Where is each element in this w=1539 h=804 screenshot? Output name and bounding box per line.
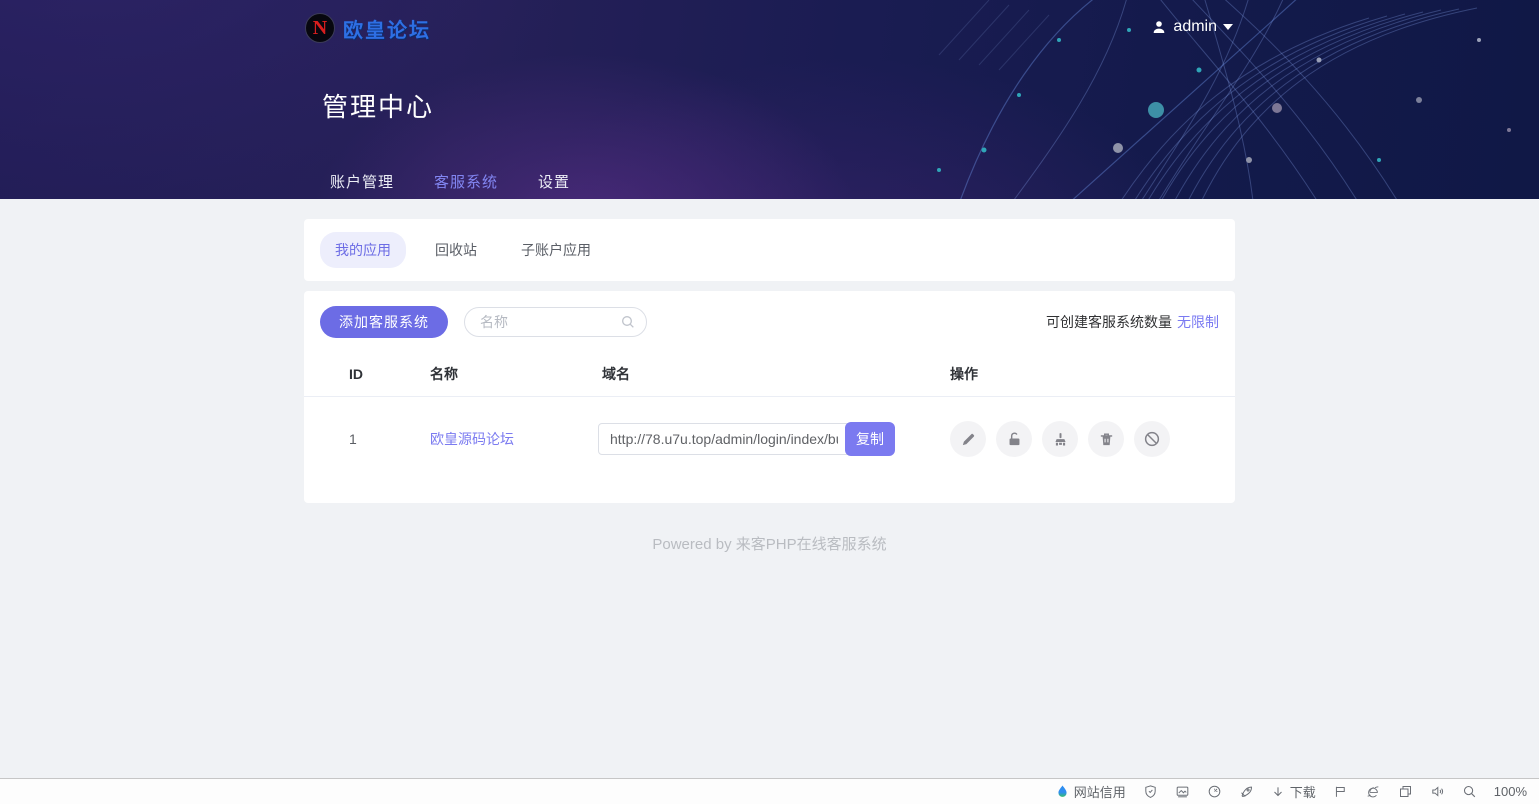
- table-header-row: ID 名称 域名 操作: [304, 353, 1235, 397]
- service-name-link[interactable]: 欧皇源码论坛: [430, 431, 514, 447]
- user-name: admin: [1173, 18, 1217, 36]
- quota-info: 可创建客服系统数量无限制: [1046, 312, 1219, 332]
- chevron-down-icon: [1223, 24, 1233, 30]
- boost-button[interactable]: [1239, 784, 1254, 799]
- shield-icon: [1143, 784, 1158, 799]
- speed-mode-button[interactable]: [1207, 784, 1222, 799]
- volume-button[interactable]: [1430, 784, 1445, 799]
- trash-icon: [1098, 431, 1115, 448]
- table-row: 1 欧皇源码论坛 复制: [304, 397, 1235, 482]
- ie-mode-button[interactable]: [1365, 784, 1381, 799]
- image-icon: [1175, 784, 1190, 799]
- quota-label: 可创建客服系统数量: [1046, 314, 1172, 330]
- site-credit-label: 网站信用: [1074, 782, 1126, 801]
- app-tabs-card: 我的应用 回收站 子账户应用: [304, 219, 1235, 281]
- page-header: N 欧皇论坛 admin 管理中心 账户管理 客服系统 设置: [0, 0, 1539, 199]
- window-mode-button[interactable]: [1398, 784, 1413, 799]
- quota-value-link[interactable]: 无限制: [1177, 314, 1219, 330]
- zoom-level[interactable]: 100%: [1494, 784, 1527, 799]
- security-shield-button[interactable]: [1143, 784, 1158, 799]
- droplet-icon: [1056, 784, 1069, 799]
- logo-icon: N: [305, 13, 335, 43]
- column-header-domain: 域名: [602, 353, 950, 397]
- speaker-icon: [1430, 784, 1445, 799]
- add-service-button[interactable]: 添加客服系统: [320, 306, 448, 338]
- user-menu[interactable]: admin: [1151, 18, 1233, 36]
- download-item[interactable]: 下载: [1271, 782, 1316, 801]
- site-credit-item[interactable]: 网站信用: [1056, 782, 1126, 801]
- broom-icon: [1052, 431, 1069, 448]
- magnifier-icon: [1462, 784, 1477, 799]
- images-toggle-button[interactable]: [1175, 784, 1190, 799]
- lock-button[interactable]: [996, 421, 1032, 457]
- tab-my-apps[interactable]: 我的应用: [320, 232, 406, 268]
- main-card: 添加客服系统 可创建客服系统数量无限制 ID 名称 域名 操作 1 欧皇源码论坛: [304, 291, 1235, 503]
- column-header-id: ID: [304, 353, 430, 397]
- zoom-value: 100%: [1494, 784, 1527, 799]
- ie-icon: [1365, 784, 1381, 799]
- toolbar: 添加客服系统 可创建客服系统数量无限制: [304, 291, 1235, 353]
- ban-button[interactable]: [1134, 421, 1170, 457]
- windows-icon: [1398, 784, 1413, 799]
- logo[interactable]: N 欧皇论坛: [0, 0, 1539, 43]
- download-arrow-icon: [1271, 785, 1285, 799]
- tab-customer-service[interactable]: 客服系统: [434, 171, 498, 199]
- feedback-button[interactable]: [1333, 784, 1348, 799]
- gauge-icon: [1207, 784, 1222, 799]
- clean-button[interactable]: [1042, 421, 1078, 457]
- rocket-icon: [1239, 784, 1254, 799]
- browser-status-bar: 网站信用 下载: [0, 778, 1539, 804]
- service-table: ID 名称 域名 操作 1 欧皇源码论坛 复制: [304, 353, 1235, 481]
- copy-button[interactable]: 复制: [845, 422, 895, 456]
- cell-id: 1: [304, 397, 430, 482]
- flag-icon: [1333, 784, 1348, 799]
- column-header-name: 名称: [430, 353, 602, 397]
- column-header-actions: 操作: [950, 353, 1235, 397]
- tab-recycle-bin[interactable]: 回收站: [420, 232, 492, 268]
- page-find-button[interactable]: [1462, 784, 1477, 799]
- delete-button[interactable]: [1088, 421, 1124, 457]
- tab-account-management[interactable]: 账户管理: [330, 171, 394, 199]
- powered-by-text: Powered by 来客PHP在线客服系统: [0, 533, 1539, 554]
- row-actions: [950, 421, 1235, 457]
- tab-settings[interactable]: 设置: [538, 171, 570, 199]
- tab-subaccount-apps[interactable]: 子账户应用: [506, 232, 606, 268]
- search-field: [464, 307, 647, 337]
- ban-icon: [1143, 430, 1161, 448]
- page-title: 管理中心: [322, 87, 1539, 124]
- header-tabs: 账户管理 客服系统 设置: [330, 171, 1539, 199]
- logo-text: 欧皇论坛: [343, 14, 431, 43]
- user-icon: [1151, 19, 1167, 35]
- pencil-icon: [960, 431, 977, 448]
- edit-button[interactable]: [950, 421, 986, 457]
- search-icon: [620, 314, 636, 330]
- lock-icon: [1006, 431, 1023, 448]
- download-label: 下载: [1290, 782, 1316, 801]
- domain-field: 复制: [598, 423, 893, 455]
